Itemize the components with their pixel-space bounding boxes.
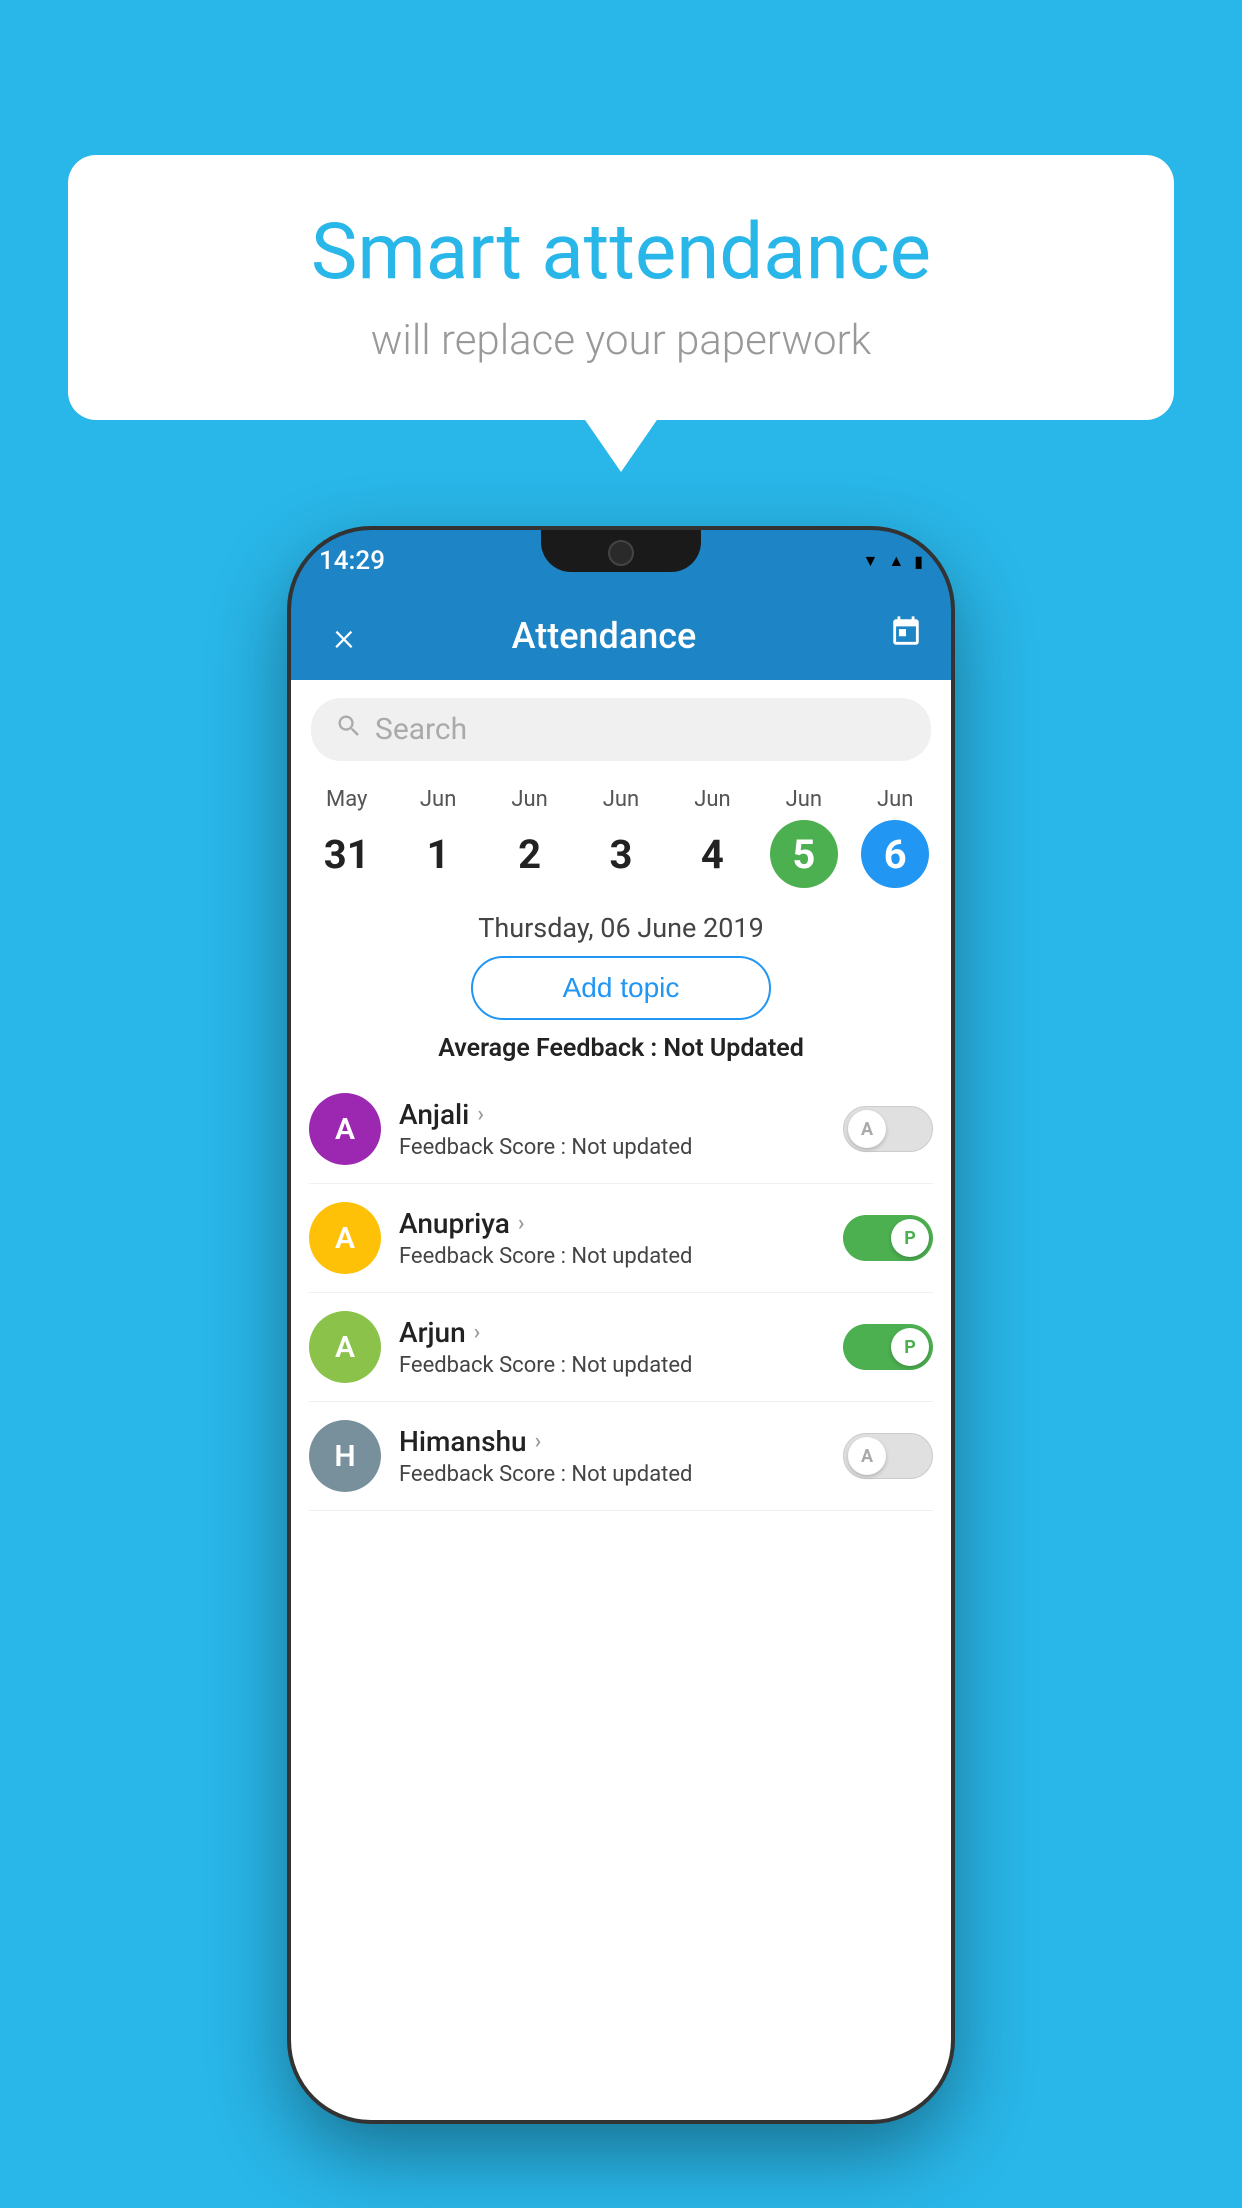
status-time: 14:29 — [319, 546, 385, 576]
student-info: Arjun › Feedback Score : Not updated — [399, 1316, 825, 1378]
calendar-col-1[interactable]: Jun 1 — [392, 779, 483, 896]
student-name: Himanshu › — [399, 1425, 825, 1458]
student-name: Arjun › — [399, 1316, 825, 1349]
toggle-knob: A — [848, 1437, 886, 1475]
score-value: Not updated — [571, 1353, 692, 1378]
student-score: Feedback Score : Not updated — [399, 1353, 825, 1378]
cal-month: Jun — [420, 787, 456, 812]
student-info: Anjali › Feedback Score : Not updated — [399, 1098, 825, 1160]
cal-month: May — [326, 787, 367, 812]
cal-date[interactable]: 6 — [861, 820, 929, 888]
student-info: Anupriya › Feedback Score : Not updated — [399, 1207, 825, 1269]
speech-bubble: Smart attendance will replace your paper… — [68, 155, 1174, 420]
student-item[interactable]: H Himanshu › Feedback Score : Not updated A — [309, 1402, 933, 1511]
cal-month: Jun — [786, 787, 822, 812]
cal-date[interactable]: 5 — [770, 820, 838, 888]
toggle-knob: P — [891, 1328, 929, 1366]
bubble-title: Smart attendance — [128, 210, 1114, 296]
score-value: Not updated — [571, 1462, 692, 1487]
calendar-col-5[interactable]: Jun 5 — [758, 779, 849, 896]
app-bar-title: Attendance — [369, 615, 839, 657]
score-label: Feedback Score : — [399, 1462, 571, 1487]
student-score: Feedback Score : Not updated — [399, 1462, 825, 1487]
student-item[interactable]: A Anjali › Feedback Score : Not updated A — [309, 1075, 933, 1184]
chevron-right-icon: › — [477, 1102, 484, 1127]
calendar-icon[interactable] — [889, 615, 923, 658]
avatar: A — [309, 1093, 381, 1165]
battery-icon: ▮ — [914, 552, 923, 571]
close-button[interactable]: × — [319, 613, 369, 660]
student-name-text: Himanshu — [399, 1425, 527, 1458]
status-icons: ▼ ▲ ▮ — [863, 551, 924, 571]
toggle-knob: P — [891, 1219, 929, 1257]
chevron-right-icon: › — [518, 1211, 525, 1236]
cal-date[interactable]: 3 — [587, 820, 655, 888]
attendance-toggle[interactable]: A — [843, 1106, 933, 1152]
cal-month: Jun — [877, 787, 913, 812]
chevron-right-icon: › — [535, 1429, 542, 1454]
student-name-text: Anupriya — [399, 1207, 510, 1240]
avatar: A — [309, 1311, 381, 1383]
selected-date: Thursday, 06 June 2019 — [291, 896, 951, 956]
student-name: Anjali › — [399, 1098, 825, 1131]
add-topic-button[interactable]: Add topic — [471, 956, 771, 1020]
avatar: H — [309, 1420, 381, 1492]
phone-notch — [541, 530, 701, 572]
attendance-toggle[interactable]: A — [843, 1433, 933, 1479]
student-name: Anupriya › — [399, 1207, 825, 1240]
speech-bubble-container: Smart attendance will replace your paper… — [68, 155, 1174, 420]
chevron-right-icon: › — [474, 1320, 481, 1345]
score-label: Feedback Score : — [399, 1353, 571, 1378]
search-icon — [335, 712, 363, 747]
app-bar: × Attendance — [291, 592, 951, 680]
cal-date[interactable]: 31 — [313, 820, 381, 888]
phone-frame: 14:29 ▼ ▲ ▮ × Attendance Search — [291, 530, 951, 2120]
wifi-icon: ▼ — [863, 551, 879, 571]
calendar-col-6[interactable]: Jun 6 — [850, 779, 941, 896]
student-name-text: Arjun — [399, 1316, 466, 1349]
student-list: AAnjali ›Feedback Score : Not updatedAAA… — [291, 1075, 951, 1511]
student-item[interactable]: A Anupriya › Feedback Score : Not updated P — [309, 1184, 933, 1293]
avatar: A — [309, 1202, 381, 1274]
cal-month: Jun — [603, 787, 639, 812]
cal-date[interactable]: 4 — [678, 820, 746, 888]
calendar-col-0[interactable]: May 31 — [301, 779, 392, 896]
student-item[interactable]: A Arjun › Feedback Score : Not updated P — [309, 1293, 933, 1402]
calendar-col-3[interactable]: Jun 3 — [575, 779, 666, 896]
phone-screen: Search May 31 Jun 1 Jun 2 Jun 3 Jun 4 Jun 5 Jun 6 Thu… — [291, 680, 951, 2120]
avg-feedback-label: Average Feedback : — [438, 1034, 663, 1063]
score-value: Not updated — [571, 1244, 692, 1269]
toggle-knob: A — [848, 1110, 886, 1148]
avg-feedback-value: Not Updated — [663, 1034, 803, 1063]
cal-date[interactable]: 2 — [496, 820, 564, 888]
calendar-col-4[interactable]: Jun 4 — [667, 779, 758, 896]
cal-date[interactable]: 1 — [404, 820, 472, 888]
student-score: Feedback Score : Not updated — [399, 1244, 825, 1269]
score-value: Not updated — [571, 1135, 692, 1160]
calendar-row: May 31 Jun 1 Jun 2 Jun 3 Jun 4 Jun 5 Jun 6 — [291, 779, 951, 896]
bubble-subtitle: will replace your paperwork — [128, 316, 1114, 365]
cal-month: Jun — [511, 787, 547, 812]
student-info: Himanshu › Feedback Score : Not updated — [399, 1425, 825, 1487]
cal-month: Jun — [694, 787, 730, 812]
average-feedback: Average Feedback : Not Updated — [291, 1034, 951, 1075]
attendance-toggle[interactable]: P — [843, 1215, 933, 1261]
search-placeholder: Search — [375, 712, 467, 747]
calendar-col-2[interactable]: Jun 2 — [484, 779, 575, 896]
score-label: Feedback Score : — [399, 1135, 571, 1160]
student-name-text: Anjali — [399, 1098, 469, 1131]
score-label: Feedback Score : — [399, 1244, 571, 1269]
student-score: Feedback Score : Not updated — [399, 1135, 825, 1160]
search-bar[interactable]: Search — [311, 698, 931, 761]
signal-icon: ▲ — [888, 551, 904, 571]
attendance-toggle[interactable]: P — [843, 1324, 933, 1370]
